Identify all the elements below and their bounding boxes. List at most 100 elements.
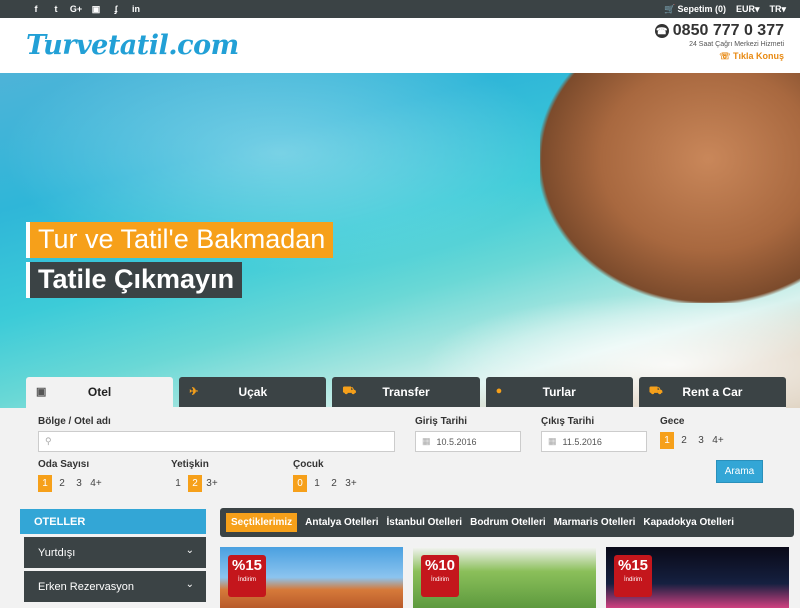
twitter-icon[interactable]: t xyxy=(46,4,66,15)
click-to-talk-label: Tıkla Konuş xyxy=(732,51,784,61)
google-plus-icon[interactable]: G+ xyxy=(66,4,86,15)
tab-tours[interactable]: ● Turlar xyxy=(485,377,633,407)
hotels-sidebar: OTELLER Yurtdışı ⌄ Erken Rezervasyon ⌄ xyxy=(20,509,206,602)
language-select[interactable]: TR▾ xyxy=(769,4,786,15)
checkout-input[interactable]: ▦ 11.5.2016 xyxy=(541,431,647,452)
social-links: f t G+ ▣ ʄ in xyxy=(26,4,146,15)
adults-selector: 1 2 3+ xyxy=(171,475,219,492)
hotel-nav-bodrum[interactable]: Bodrum Otelleri xyxy=(470,517,546,528)
hero-headline-1: Tur ve Tatil'e Bakmadan xyxy=(26,222,334,258)
adults-option[interactable]: 3+ xyxy=(205,475,219,492)
adults-option[interactable]: 2 xyxy=(188,475,202,492)
nights-selector: 1 2 3 4+ xyxy=(660,432,725,449)
children-option[interactable]: 1 xyxy=(310,475,324,492)
tab-rent-a-car[interactable]: ⛟ Rent a Car xyxy=(638,377,787,407)
tab-transfer-label: Transfer xyxy=(382,385,430,399)
discount-label: İndirim xyxy=(237,577,256,583)
instagram-icon[interactable]: ▣ xyxy=(86,4,106,15)
discount-badge: %15 İndirim xyxy=(228,555,266,597)
chevron-down-icon: ⌄ xyxy=(185,579,194,590)
rooms-option[interactable]: 4+ xyxy=(89,475,103,492)
foursquare-icon[interactable]: ʄ xyxy=(106,4,126,15)
contact-block: ☎ 0850 777 0 377 24 Saat Çağrı Merkezi H… xyxy=(654,22,784,62)
rooms-option[interactable]: 3 xyxy=(72,475,86,492)
search-button[interactable]: Arama xyxy=(716,460,763,483)
checkin-input[interactable]: ▦ 10.5.2016 xyxy=(415,431,521,452)
hotel-search-form: Bölge / Otel adı ⚲ Giriş Tarihi ▦ 10.5.2… xyxy=(26,407,786,502)
top-bar: f t G+ ▣ ʄ in 🛒 Sepetim (0) EUR▾ TR▾ xyxy=(0,0,800,18)
sidebar-item-early-booking[interactable]: Erken Rezervasyon ⌄ xyxy=(24,571,206,602)
calendar-icon: ▦ xyxy=(548,436,557,446)
region-input[interactable]: ⚲ xyxy=(38,431,395,452)
hotel-category-nav: Seçtiklerimiz Antalya Otelleri İstanbul … xyxy=(220,508,794,537)
tab-rent-a-car-label: Rent a Car xyxy=(682,385,743,399)
hotel-card[interactable]: %15 İndirim xyxy=(220,547,403,608)
hotel-nav-antalya[interactable]: Antalya Otelleri xyxy=(305,517,378,528)
hero-headline-2: Tatile Çıkmayın xyxy=(26,262,243,298)
click-to-talk-link[interactable]: ☏ Tıkla Konuş xyxy=(655,51,784,62)
tab-hotel[interactable]: ▣ Otel xyxy=(26,377,174,407)
hotel-nav-featured[interactable]: Seçtiklerimiz xyxy=(226,513,298,532)
discount-percent: %15 xyxy=(617,557,649,574)
search-tabs: ▣ Otel ✈ Uçak ⛟ Transfer ● Turlar ⛟ Rent a Ca… xyxy=(26,377,787,407)
hotel-nav-cappadocia[interactable]: Kapadokya Otelleri xyxy=(643,517,734,528)
site-logo[interactable]: Turvetatil.com xyxy=(26,30,239,61)
discount-badge: %10 İndirim xyxy=(421,555,459,597)
car-icon: ⛟ xyxy=(648,385,663,397)
tab-flight[interactable]: ✈ Uçak xyxy=(179,377,327,407)
cart-icon: 🛒 xyxy=(664,3,676,14)
hotel-card[interactable]: %10 İndirim xyxy=(413,547,596,608)
rooms-option[interactable]: 2 xyxy=(55,475,69,492)
region-label: Bölge / Otel adı xyxy=(38,416,111,427)
hero-banner: Tur ve Tatil'e Bakmadan Tatile Çıkmayın xyxy=(0,73,800,408)
nights-option[interactable]: 3 xyxy=(694,432,708,449)
hotel-icon: ▣ xyxy=(36,386,47,398)
phone-subtitle: 24 Saat Çağrı Merkezi Hizmeti xyxy=(689,41,784,48)
map-pin-icon: ⚲ xyxy=(45,436,52,446)
sidebar-item-label: Yurtdışı xyxy=(38,546,76,559)
nights-label: Gece xyxy=(660,416,685,427)
calendar-icon: ▦ xyxy=(422,436,431,446)
rooms-selector: 1 2 3 4+ xyxy=(38,475,103,492)
hotel-nav-istanbul[interactable]: İstanbul Otelleri xyxy=(387,517,463,528)
nights-option[interactable]: 2 xyxy=(677,432,691,449)
hotel-nav-marmaris[interactable]: Marmaris Otelleri xyxy=(554,517,636,528)
children-label: Çocuk xyxy=(293,459,324,470)
cart-link[interactable]: 🛒 Sepetim (0) xyxy=(664,4,726,15)
plane-icon: ✈ xyxy=(189,386,199,398)
hotel-card[interactable]: %15 İndirim xyxy=(606,547,789,608)
facebook-icon[interactable]: f xyxy=(26,4,46,15)
tab-hotel-label: Otel xyxy=(87,385,112,399)
discount-label: İndirim xyxy=(623,577,642,583)
sidebar-item-label: Erken Rezervasyon xyxy=(38,580,134,593)
rooms-option[interactable]: 1 xyxy=(38,475,52,492)
phone-icon: ☎ xyxy=(654,24,669,38)
tab-transfer[interactable]: ⛟ Transfer xyxy=(332,377,480,407)
hotel-cards: %15 İndirim %10 İndirim %15 İndirim xyxy=(220,547,794,608)
sidebar-item-abroad[interactable]: Yurtdışı ⌄ xyxy=(24,537,206,568)
currency-select[interactable]: EUR▾ xyxy=(736,4,760,15)
chevron-down-icon: ⌄ xyxy=(185,545,194,556)
sidebar-title: OTELLER xyxy=(20,509,206,534)
rooms-label: Oda Sayısı xyxy=(38,459,90,470)
adults-option[interactable]: 1 xyxy=(171,475,185,492)
phone-number: ☎ 0850 777 0 377 xyxy=(654,22,784,40)
adults-label: Yetişkin xyxy=(171,459,209,470)
discount-percent: %10 xyxy=(424,557,456,574)
children-option[interactable]: 2 xyxy=(327,475,341,492)
discount-percent: %15 xyxy=(231,557,263,574)
phone-small-icon: ☏ xyxy=(719,51,733,61)
linkedin-icon[interactable]: in xyxy=(126,4,146,15)
cliff-rock xyxy=(540,73,800,303)
car-icon: ⛟ xyxy=(342,385,357,397)
checkin-label: Giriş Tarihi xyxy=(415,416,468,427)
phone-text: 0850 777 0 377 xyxy=(672,22,784,39)
nights-option[interactable]: 4+ xyxy=(711,432,725,449)
children-option[interactable]: 0 xyxy=(293,475,307,492)
nights-option[interactable]: 1 xyxy=(660,432,674,449)
checkout-value: 11.5.2016 xyxy=(562,436,602,447)
checkin-value: 10.5.2016 xyxy=(436,436,477,447)
globe-icon: ● xyxy=(495,385,503,397)
children-option[interactable]: 3+ xyxy=(344,475,358,492)
discount-label: İndirim xyxy=(430,577,449,583)
